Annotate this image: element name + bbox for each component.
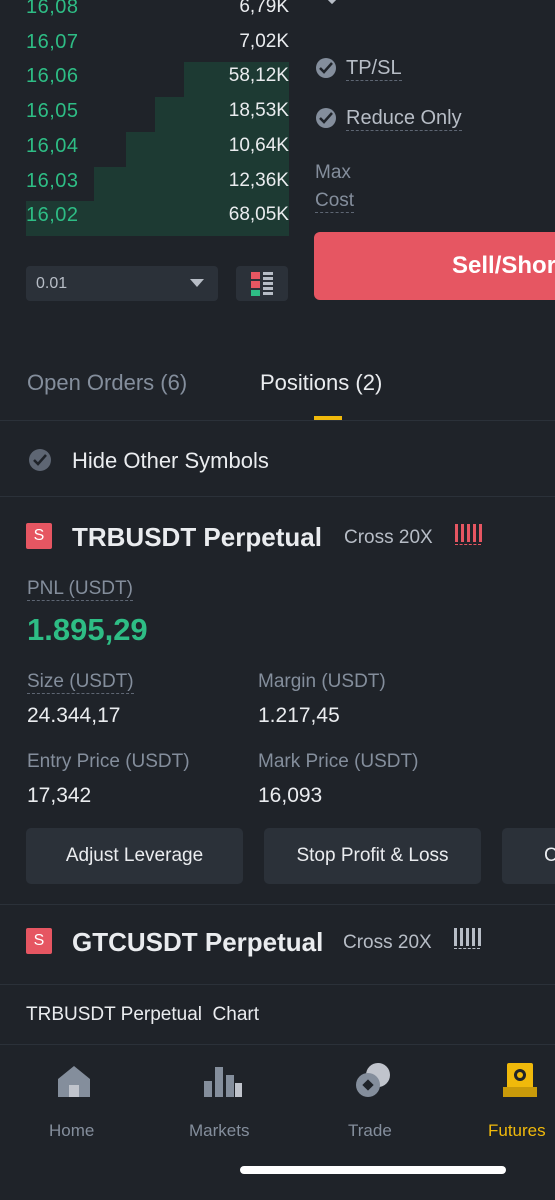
order-book-row[interactable]: 16,05 18,53K	[26, 97, 289, 132]
pnl-value: 1.895,29	[27, 612, 148, 647]
bid-quantity: 68,05K	[228, 204, 289, 225]
size-label[interactable]: Size (USDT)	[27, 671, 134, 694]
reduce-only-checkbox[interactable]	[316, 108, 336, 128]
order-book-layout-button[interactable]	[236, 266, 288, 301]
cost-label[interactable]: Cost	[315, 190, 355, 213]
max-label: Max	[315, 162, 351, 183]
tab-positions[interactable]: Positions (2)	[260, 370, 382, 396]
order-book-row[interactable]: 16,02 68,05K	[26, 201, 289, 236]
caret-down-icon	[190, 279, 204, 287]
bid-price: 16,06	[26, 65, 79, 87]
short-side-badge: S	[26, 928, 52, 954]
divider	[0, 984, 555, 985]
pnl-label[interactable]: PNL (USDT)	[27, 578, 133, 601]
order-book-row[interactable]: 16,07 7,02K	[26, 28, 289, 61]
bid-price: 16,04	[26, 135, 79, 157]
bid-price: 16,07	[26, 31, 79, 53]
order-book-row[interactable]: 16,04 10,64K	[26, 132, 289, 167]
adjust-leverage-button[interactable]: Adjust Leverage	[26, 828, 243, 884]
order-book-row[interactable]: 16,08 6,79K	[26, 0, 289, 26]
bid-quantity: 12,36K	[228, 170, 289, 191]
check-icon	[319, 112, 333, 124]
bid-price: 16,03	[26, 170, 79, 192]
sell-short-button[interactable]: Sell/Short	[314, 232, 555, 300]
bid-quantity: 58,12K	[228, 65, 289, 86]
tab-open-orders[interactable]: Open Orders (6)	[27, 370, 187, 396]
futures-icon	[503, 1063, 537, 1097]
margin-mode: Cross 20X	[344, 527, 433, 548]
bid-quantity: 6,79K	[239, 0, 289, 17]
home-icon	[58, 1066, 90, 1097]
hide-other-symbols-checkbox[interactable]	[29, 449, 51, 471]
risk-level-underline	[454, 948, 480, 949]
entry-price-value: 17,342	[27, 784, 92, 807]
margin-value: 1.217,45	[258, 704, 340, 727]
tpsl-label[interactable]: TP/SL	[346, 56, 402, 81]
order-book-row[interactable]: 16,06 58,12K	[26, 62, 289, 97]
reduce-only-label[interactable]: Reduce Only	[346, 106, 462, 131]
hide-other-symbols-label[interactable]: Hide Other Symbols	[72, 448, 269, 474]
order-type-selector-icons[interactable]	[318, 0, 528, 10]
nav-label: Markets	[189, 1121, 250, 1140]
nav-label: Trade	[348, 1121, 392, 1140]
divider	[0, 420, 555, 421]
bid-price: 16,02	[26, 204, 79, 226]
home-indicator[interactable]	[240, 1166, 506, 1174]
position-symbol[interactable]: TRBUSDT Perpetual	[72, 522, 322, 553]
order-book-layout-icon	[251, 272, 273, 296]
markets-icon	[204, 1067, 242, 1097]
bottom-nav: Home Markets Trade Futures	[0, 1044, 555, 1200]
risk-level-underline	[455, 544, 481, 545]
nav-label: Futures	[488, 1121, 546, 1140]
short-side-badge: S	[26, 523, 52, 549]
mark-price-label: Mark Price (USDT)	[258, 751, 419, 772]
risk-level-icon	[455, 524, 482, 542]
sell-short-label: Sell/Short	[452, 252, 555, 279]
risk-level-icon	[454, 928, 481, 946]
chart-link[interactable]: TRBUSDT Perpetual Chart	[26, 1004, 259, 1026]
close-position-button[interactable]: Close	[502, 828, 555, 884]
precision-dropdown[interactable]: 0.01	[26, 266, 218, 301]
stop-profit-loss-button[interactable]: Stop Profit & Loss	[264, 828, 481, 884]
divider	[0, 496, 555, 497]
nav-label: Home	[49, 1121, 95, 1140]
mark-price-value: 16,093	[258, 784, 323, 807]
precision-value: 0.01	[36, 275, 68, 292]
check-icon	[33, 454, 47, 466]
bid-quantity: 7,02K	[239, 31, 289, 52]
check-icon	[319, 62, 333, 74]
bid-quantity: 10,64K	[228, 135, 289, 156]
bid-price: 16,08	[26, 0, 79, 18]
bid-quantity: 18,53K	[228, 100, 289, 121]
trade-icon	[356, 1063, 390, 1097]
bid-price: 16,05	[26, 100, 79, 122]
order-book-row[interactable]: 16,03 12,36K	[26, 167, 289, 202]
tpsl-checkbox[interactable]	[316, 58, 336, 78]
position-symbol[interactable]: GTCUSDT Perpetual	[72, 927, 323, 958]
margin-mode: Cross 20X	[343, 932, 432, 953]
margin-label: Margin (USDT)	[258, 671, 386, 692]
entry-price-label: Entry Price (USDT)	[27, 751, 190, 772]
divider	[0, 904, 555, 905]
size-value: 24.344,17	[27, 704, 121, 727]
